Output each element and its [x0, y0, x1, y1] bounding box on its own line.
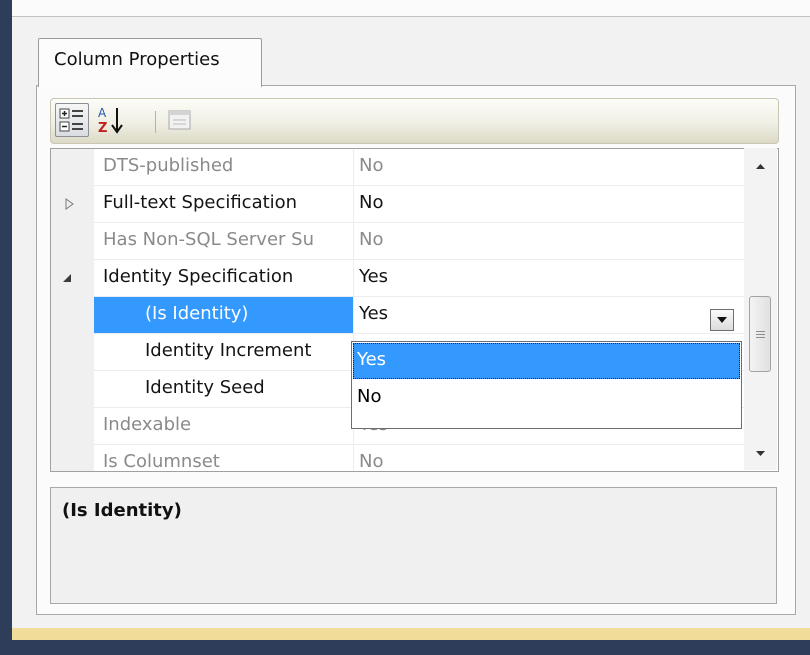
grip-line [756, 334, 765, 335]
svg-text:Z: Z [98, 121, 107, 136]
property-name: (Is Identity) [145, 303, 249, 324]
grip-line [756, 337, 765, 338]
alphabetical-button[interactable]: A Z [95, 103, 129, 137]
dropdown-option-no[interactable]: No [353, 380, 740, 416]
property-name: Indexable [103, 414, 192, 435]
property-name: Has Non-SQL Server Su [103, 229, 314, 250]
property-value: No [359, 451, 384, 472]
option-label: No [357, 386, 382, 407]
expand-icon[interactable] [63, 198, 75, 210]
property-pages-icon [168, 110, 191, 130]
toolbar-separator [155, 111, 156, 133]
property-value: No [359, 229, 384, 250]
sort-alphabetical-icon: A Z [98, 106, 123, 136]
property-value: No [359, 155, 384, 176]
frame-bottom-accent [12, 628, 810, 640]
property-name: Identity Specification [103, 266, 294, 287]
top-divider [12, 16, 810, 17]
property-grid-toolbar: A Z [50, 98, 779, 144]
collapse-icon[interactable] [61, 272, 73, 284]
top-strip [12, 0, 810, 16]
scroll-up-icon[interactable] [752, 158, 769, 175]
property-name: Full-text Specification [103, 192, 298, 213]
scroll-down-icon[interactable] [752, 445, 769, 462]
property-row-dts-published[interactable]: DTS-published No [94, 149, 744, 186]
property-row-is-identity[interactable]: (Is Identity) Yes [94, 297, 744, 334]
property-row-has-non-sql-server-subscriber[interactable]: Has Non-SQL Server Su No [94, 223, 744, 260]
property-name: Identity Seed [145, 377, 265, 398]
property-name: Identity Increment [145, 340, 312, 361]
tab-label: Column Properties [54, 49, 220, 70]
property-name: Is Columnset [103, 451, 220, 472]
property-name: DTS-published [103, 155, 234, 176]
property-value: No [359, 192, 384, 213]
dropdown-button[interactable] [710, 309, 734, 331]
svg-text:A: A [98, 106, 107, 120]
dropdown-option-yes[interactable]: Yes [353, 343, 740, 379]
option-label: Yes [357, 349, 387, 370]
chevron-down-icon [717, 317, 727, 323]
categorized-button[interactable] [55, 103, 89, 137]
categorized-view-icon [59, 108, 83, 132]
frame-bottom [0, 640, 810, 655]
vertical-scrollbar[interactable] [744, 148, 777, 470]
scroll-thumb[interactable] [749, 296, 771, 372]
property-row-full-text-specification[interactable]: Full-text Specification No [65, 186, 744, 223]
property-pages-button[interactable] [163, 103, 197, 137]
grip-line [756, 331, 765, 332]
tab-column-properties[interactable]: Column Properties [38, 38, 262, 87]
description-pane: (Is Identity) [50, 487, 777, 604]
property-row-identity-specification[interactable]: Identity Specification Yes [63, 260, 744, 297]
description-title: (Is Identity) [62, 500, 182, 521]
property-value-editor[interactable]: Yes [359, 303, 388, 324]
property-value: Yes [359, 266, 389, 287]
frame-left [0, 0, 12, 655]
property-row-is-columnset[interactable]: Is Columnset No [94, 445, 744, 472]
dropdown-list: Yes No [351, 341, 742, 429]
